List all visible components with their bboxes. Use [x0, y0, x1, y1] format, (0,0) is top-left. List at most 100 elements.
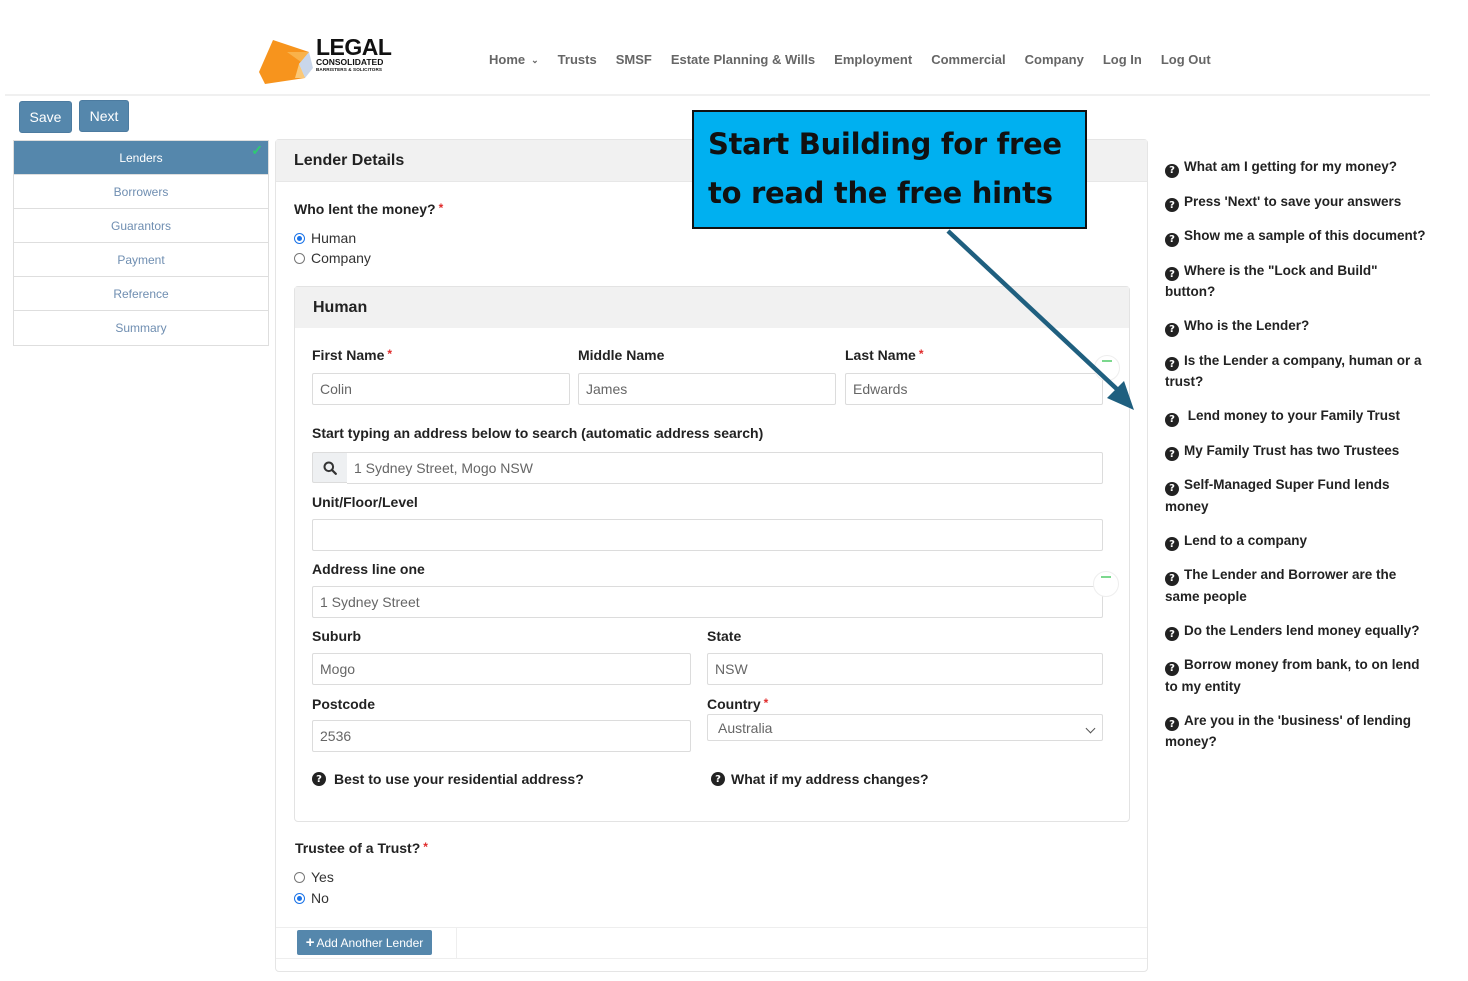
country-select[interactable]: Australia	[707, 714, 1103, 741]
hint-link[interactable]: ? Are you in the 'business' of lending mo…	[1165, 710, 1427, 753]
check-icon: ✓	[251, 142, 263, 158]
promo-callout: Start Building for free to read the free…	[692, 110, 1087, 229]
radio-trustee-no[interactable]: No	[294, 890, 329, 906]
hint-text: Lend money to your Family Trust	[1184, 408, 1401, 423]
nav-log-in[interactable]: Log In	[1103, 52, 1142, 67]
state-label: State	[707, 628, 742, 644]
trustee-label-text: Trustee of a Trust?	[295, 840, 421, 856]
main-nav: Home ⌄ Trusts SMSF Estate Planning & Wil…	[489, 52, 1230, 67]
nav-smsf[interactable]: SMSF	[616, 52, 652, 67]
nav-commercial[interactable]: Commercial	[931, 52, 1005, 67]
hint-link[interactable]: ? Who is the Lender?	[1165, 315, 1427, 337]
step-lenders[interactable]: Lenders ✓	[14, 141, 268, 175]
hint-link[interactable]: ? What am I getting for my money?	[1165, 156, 1427, 178]
hint-link[interactable]: ? Lend to a company	[1165, 530, 1427, 551]
add-lender-label: Add Another Lender	[316, 935, 424, 950]
postcode-input[interactable]: 2536	[312, 720, 691, 752]
help-link-text: What if my address changes?	[731, 771, 929, 787]
hint-text: My Family Trust has two Trustees	[1184, 442, 1400, 458]
hint-link[interactable]: ? Self-Managed Super Fund lends money	[1165, 474, 1427, 517]
nav-estate-planning[interactable]: Estate Planning & Wills	[671, 52, 815, 67]
help-residential-address[interactable]: ? Best to use your residential address?	[312, 771, 584, 787]
radio-label: No	[311, 890, 329, 906]
question-circle-icon: ?	[1165, 627, 1179, 641]
who-lent-label: Who lent the money? *	[294, 201, 443, 217]
unit-input[interactable]	[312, 519, 1103, 551]
hint-link[interactable]: ? The Lender and Borrower are the same pe…	[1165, 564, 1427, 607]
required-marker: *	[918, 347, 924, 361]
hint-text: What am I getting for my money?	[1184, 159, 1398, 174]
add-another-lender-button[interactable]: + Add Another Lender	[297, 930, 432, 955]
question-circle-icon: ?	[1165, 198, 1179, 212]
step-reference[interactable]: Reference	[14, 277, 268, 311]
step-guarantors[interactable]: Guarantors	[14, 209, 268, 243]
required-marker: *	[763, 696, 769, 710]
nav-log-out[interactable]: Log Out	[1161, 52, 1211, 67]
radio-trustee-yes[interactable]: Yes	[294, 869, 334, 885]
required-marker: *	[423, 840, 428, 854]
hint-text: Show me a sample of this document?	[1184, 228, 1426, 243]
country-label: Country *	[707, 696, 768, 712]
nav-home-label: Home	[489, 52, 526, 67]
address-search-input[interactable]: 1 Sydney Street, Mogo NSW	[347, 452, 1103, 484]
hint-text: Lend to a company	[1184, 532, 1308, 548]
nav-company[interactable]: Company	[1025, 52, 1084, 67]
hint-text: Is the Lender a company, human or a trus…	[1165, 352, 1422, 390]
human-panel: Human First Name * Colin Middle Name Jame…	[294, 286, 1130, 822]
help-address-changes[interactable]: ? What if my address changes?	[711, 771, 929, 787]
hint-text: Where is the "Lock and Build" button?	[1165, 262, 1378, 300]
hint-link[interactable]: ? My Family Trust has two Trustees	[1165, 440, 1427, 461]
radio-label: Company	[311, 250, 371, 266]
hint-link[interactable]: ? Press 'Next' to save your answers	[1165, 191, 1427, 212]
step-payment[interactable]: Payment	[14, 243, 268, 277]
country-label-text: Country	[707, 696, 761, 712]
radio-checked-icon[interactable]	[294, 892, 305, 904]
hint-link[interactable]: ? Is the Lender a company, human or a tru…	[1165, 350, 1427, 393]
radio-checked-icon[interactable]	[294, 232, 305, 244]
step-label: Lenders	[119, 150, 163, 165]
question-circle-icon: ?	[1165, 447, 1179, 461]
next-button[interactable]: Next	[79, 100, 129, 132]
address-line-one-label: Address line one	[312, 561, 425, 577]
logo-subtitle: CONSOLIDATED	[316, 57, 384, 67]
radio-unchecked-icon[interactable]	[294, 871, 305, 883]
radio-unchecked-icon[interactable]	[294, 252, 305, 264]
chevron-down-icon	[1085, 723, 1096, 734]
question-circle-icon: ?	[711, 772, 725, 786]
hint-link[interactable]: ? Lend money to your Family Trust	[1165, 405, 1427, 427]
radio-human[interactable]: Human	[294, 230, 356, 246]
question-circle-icon: ?	[1165, 717, 1179, 731]
logo-title: LEGAL	[316, 34, 392, 60]
last-name-input[interactable]: Edwards	[845, 373, 1103, 405]
address-search-label: Start typing an address below to search …	[312, 425, 764, 441]
address-line-one-input[interactable]: 1 Sydney Street	[312, 586, 1103, 618]
first-name-input[interactable]: Colin	[312, 373, 570, 405]
state-input[interactable]: NSW	[707, 653, 1103, 685]
middle-name-input[interactable]: James	[578, 373, 836, 405]
hint-text: Press 'Next' to save your answers	[1184, 193, 1402, 209]
hint-link[interactable]: ? Show me a sample of this document?	[1165, 225, 1427, 247]
step-borrowers[interactable]: Borrowers	[14, 175, 268, 209]
question-circle-icon: ?	[1165, 537, 1179, 551]
chevron-down-icon: ⌄	[531, 55, 539, 65]
search-addon	[312, 452, 348, 483]
human-panel-title: Human	[295, 287, 1129, 328]
country-selected-value: Australia	[718, 719, 773, 736]
nav-trusts[interactable]: Trusts	[558, 52, 597, 67]
hint-text: Borrow money from bank, to on lend to my…	[1165, 657, 1420, 694]
hint-link[interactable]: ? Do the Lenders lend money equally?	[1165, 620, 1427, 641]
nav-home[interactable]: Home ⌄	[489, 52, 539, 67]
radio-label: Yes	[311, 869, 334, 885]
top-header: LEGAL CONSOLIDATED BARRISTERS & SOLICITO…	[5, 0, 1430, 96]
step-summary[interactable]: Summary	[14, 311, 268, 345]
nav-employment[interactable]: Employment	[834, 52, 912, 67]
hint-link[interactable]: ? Where is the "Lock and Build" button?	[1165, 260, 1427, 303]
save-button[interactable]: Save	[19, 101, 72, 133]
postcode-label: Postcode	[312, 696, 376, 712]
hint-link[interactable]: ? Borrow money from bank, to on lend to m…	[1165, 654, 1427, 697]
brand-logo[interactable]: LEGAL CONSOLIDATED BARRISTERS & SOLICITO…	[259, 36, 399, 84]
radio-company[interactable]: Company	[294, 250, 371, 266]
steps-sidebar: Lenders ✓ Borrowers Guarantors Payment R…	[13, 140, 269, 346]
suburb-input[interactable]: Mogo	[312, 653, 691, 685]
question-circle-icon: ?	[1165, 481, 1179, 496]
